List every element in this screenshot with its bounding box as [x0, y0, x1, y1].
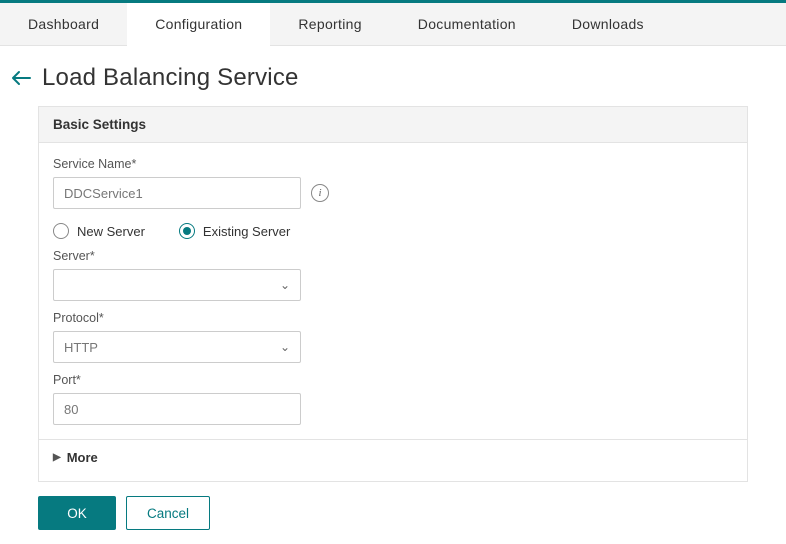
port-input[interactable] [53, 393, 301, 425]
server-select[interactable]: ⌄ [53, 269, 301, 301]
back-icon[interactable] [10, 69, 32, 87]
ok-button[interactable]: OK [38, 496, 116, 530]
radio-new-server-label: New Server [77, 224, 145, 239]
chevron-down-icon: ⌄ [280, 278, 290, 292]
server-type-radio-group: New Server Existing Server [53, 223, 733, 239]
radio-circle-icon [179, 223, 195, 239]
protocol-selected-value: HTTP [64, 340, 98, 355]
radio-circle-icon [53, 223, 69, 239]
port-label: Port* [53, 373, 733, 387]
tab-dashboard[interactable]: Dashboard [0, 3, 127, 45]
tab-documentation[interactable]: Documentation [390, 3, 544, 45]
tab-downloads[interactable]: Downloads [544, 3, 672, 45]
caret-right-icon: ▶ [53, 452, 61, 463]
action-buttons: OK Cancel [38, 496, 748, 530]
nav-tabs: Dashboard Configuration Reporting Docume… [0, 3, 786, 46]
server-label: Server* [53, 249, 733, 263]
panel-body: Service Name* i New Server Existing Serv… [39, 143, 747, 481]
tab-configuration[interactable]: Configuration [127, 3, 270, 46]
protocol-select[interactable]: HTTP ⌄ [53, 331, 301, 363]
radio-new-server[interactable]: New Server [53, 223, 145, 239]
service-name-input[interactable] [53, 177, 301, 209]
chevron-down-icon: ⌄ [280, 340, 290, 354]
info-icon[interactable]: i [311, 184, 329, 202]
tab-reporting[interactable]: Reporting [270, 3, 389, 45]
basic-settings-panel: Basic Settings Service Name* i New Serve… [38, 106, 748, 482]
radio-existing-server[interactable]: Existing Server [179, 223, 290, 239]
page-header: Load Balancing Service [0, 46, 786, 106]
service-name-label: Service Name* [53, 157, 733, 171]
radio-existing-server-label: Existing Server [203, 224, 290, 239]
panel-title: Basic Settings [39, 107, 747, 143]
page-title: Load Balancing Service [42, 64, 299, 92]
more-label: More [67, 450, 98, 465]
more-toggle[interactable]: ▶ More [39, 439, 747, 475]
cancel-button[interactable]: Cancel [126, 496, 210, 530]
protocol-label: Protocol* [53, 311, 733, 325]
